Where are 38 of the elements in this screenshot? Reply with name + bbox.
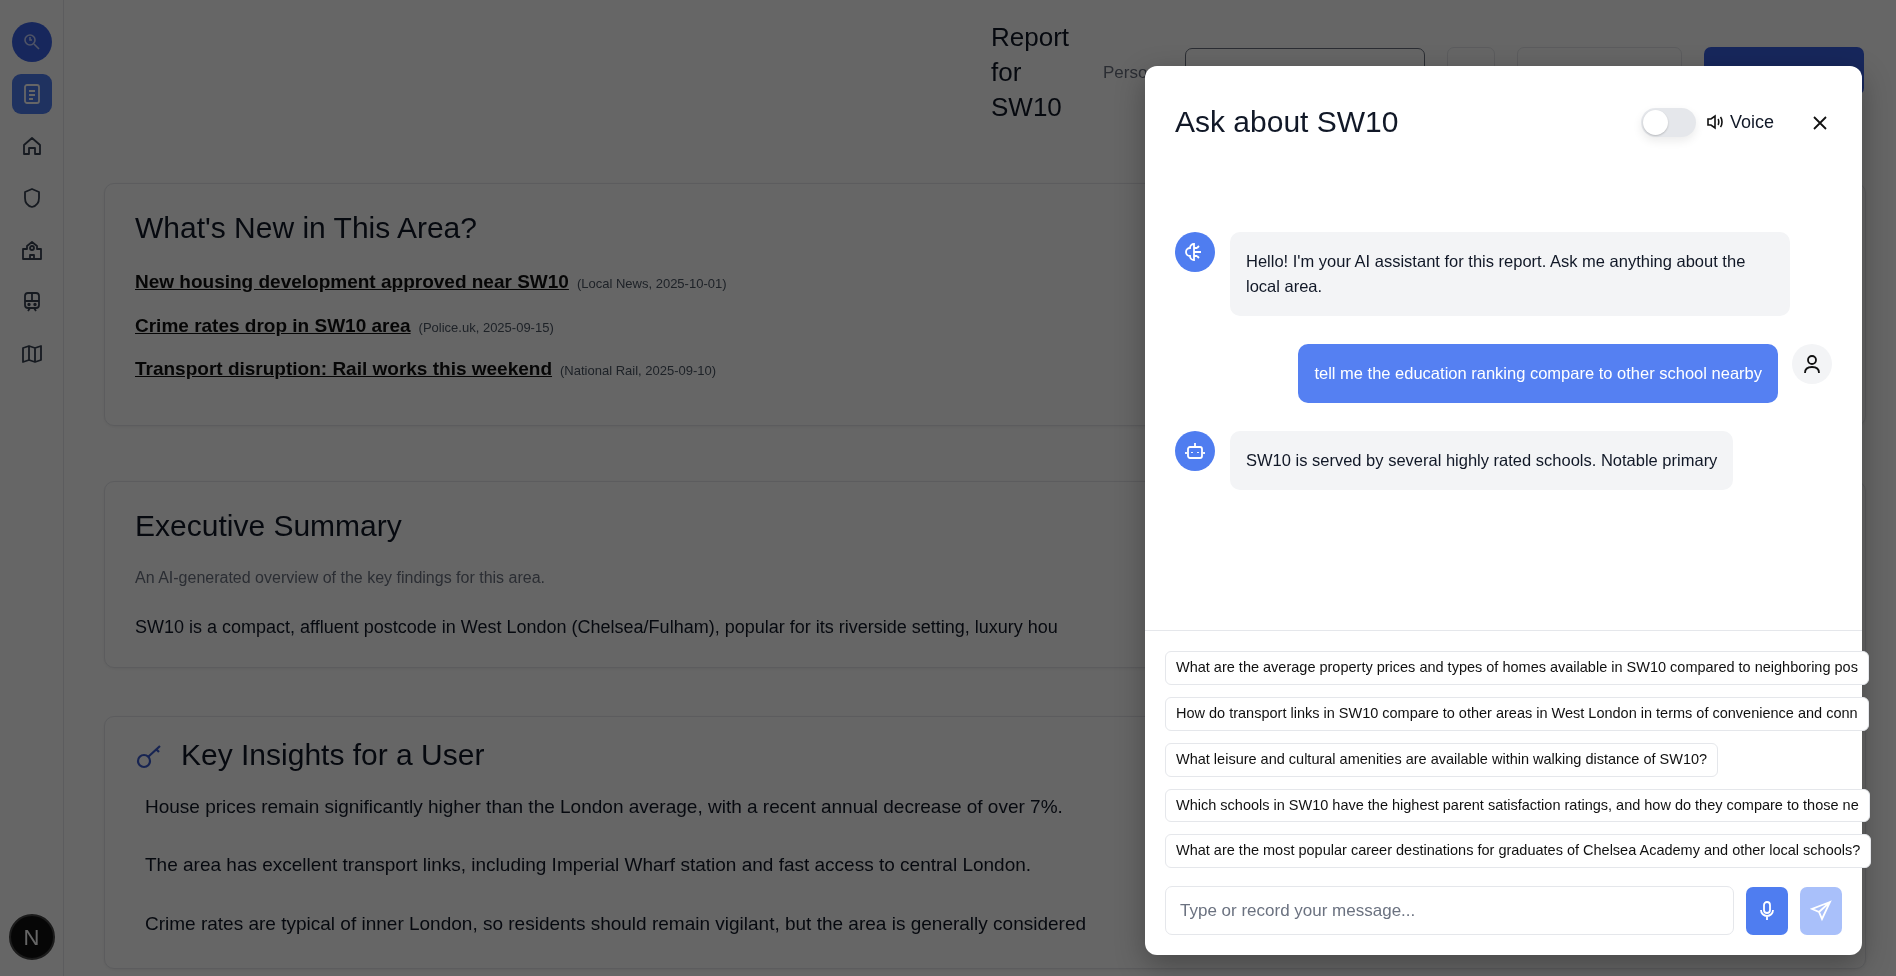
news-source: (National Rail, 2025-09-10): [560, 362, 717, 380]
news-source: (Police.uk, 2025-09-15): [418, 318, 554, 337]
speaker-icon: [1705, 114, 1724, 130]
school-icon: [19, 238, 44, 262]
news-link[interactable]: Crime rates drop in SW10 area: [135, 311, 411, 340]
dev-badge[interactable]: N: [8, 914, 55, 960]
chat-message: SW10 is served by several highly rated schools. Notable primary: [1230, 431, 1734, 490]
section-heading: What's New in This Area?: [135, 210, 478, 246]
voice-toggle[interactable]: [1640, 107, 1696, 137]
summary-text: SW10 is a compact, affluent postcode in West London (Chelsea/Fulham), popular for its riverside setting, luxury hou: [135, 615, 1059, 639]
suggestion-chip[interactable]: Which schools in SW10 have the highest parent satisfaction ratings, and how do they compare to those ne: [1165, 788, 1870, 823]
microphone-button[interactable]: [1746, 886, 1788, 935]
microphone-icon: [1758, 899, 1776, 922]
message-input[interactable]: Type or record your message...: [1165, 886, 1734, 935]
search-history-button[interactable]: [11, 22, 52, 62]
insight-text: House prices remain significantly higher than the London average, with a recent annual decrease of over 7%.: [145, 794, 1063, 819]
sidebar-item[interactable]: [11, 74, 52, 114]
chat-message: Hello! I'm your AI assistant for this report. Ask me anything about the local area.: [1230, 232, 1790, 316]
news-link[interactable]: Transport disruption: Rail works this weekend: [135, 355, 553, 384]
section-heading: Key Insights for a User: [181, 736, 485, 773]
close-icon: [1813, 115, 1827, 130]
section-subtitle: An AI-generated overview of the key findings for this area.: [135, 567, 546, 588]
map-icon: [19, 342, 44, 366]
suggestion-chip[interactable]: What are the average property prices and types of homes available in SW10 compared to neighboring pos: [1165, 651, 1869, 685]
suggestion-chip[interactable]: How do transport links in SW10 compare to other areas in West London in terms of convenience and conn: [1165, 697, 1869, 731]
news-source: (Local News, 2025-10-01): [576, 275, 727, 293]
persona-label: Perso: [1103, 62, 1149, 84]
chat-message: tell me the education ranking compare to other school nearby: [1298, 344, 1778, 403]
news-link[interactable]: New housing development approved near SW10: [135, 268, 569, 297]
report-title: Report for SW10: [991, 21, 1071, 124]
voice-label: Voice: [1729, 110, 1774, 134]
dialog-title: Ask about SW10: [1175, 104, 1400, 140]
insight-text: Crime rates are typical of inner London, so residents should remain vigilant, but the area is generally considered: [145, 911, 1086, 936]
section-heading: Executive Summary: [135, 507, 403, 544]
insight-text: The area has excellent transport links, including Imperial Wharf station and fast access to central London.: [145, 853, 1032, 877]
send-icon: [1810, 899, 1832, 922]
suggestion-chip[interactable]: What leisure and cultural amenities are available within walking distance of SW10?: [1165, 742, 1719, 777]
suggestion-chip[interactable]: What are the most popular career destinations for graduates of Chelsea Academy and other local schools?: [1165, 834, 1872, 868]
